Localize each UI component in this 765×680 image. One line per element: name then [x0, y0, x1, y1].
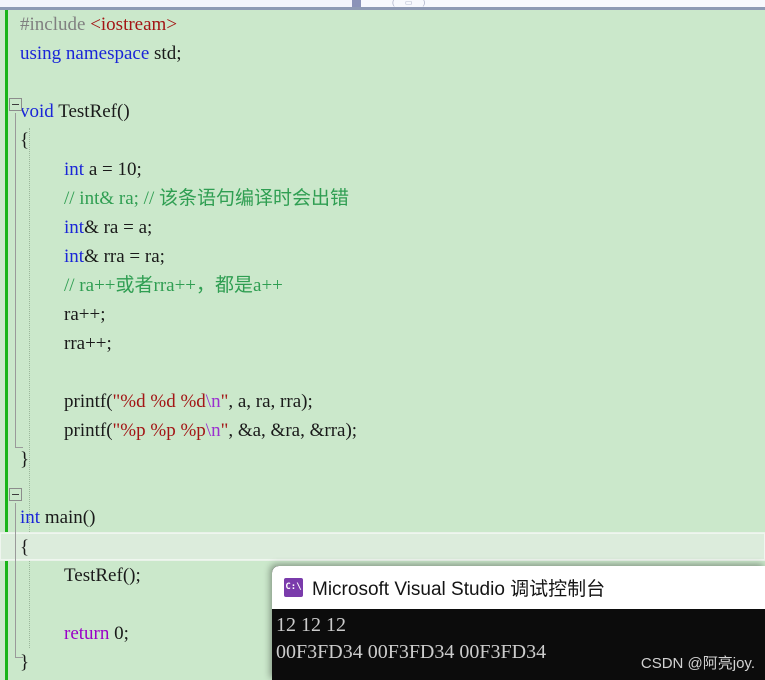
code-token-str: "%d %d %d: [112, 391, 206, 412]
console-title-text: Microsoft Visual Studio 调试控制台: [312, 579, 606, 600]
code-token-plain: }: [20, 449, 30, 470]
window-chrome-strip: ( ▭ ): [0, 0, 765, 10]
code-token-plain: rra++;: [64, 333, 112, 354]
code-token-cmt: // ra++或者rra++，都是a++: [64, 275, 283, 296]
code-line[interactable]: printf("%d %d %d\n", a, ra, rra);: [0, 387, 765, 416]
code-token-plain: a = 10;: [84, 159, 142, 180]
code-token-plain: TestRef();: [64, 565, 141, 586]
code-line[interactable]: int a = 10;: [0, 155, 765, 184]
code-token-kw: int: [64, 246, 85, 267]
code-token-plain: main(): [44, 507, 96, 528]
code-line[interactable]: {: [0, 532, 765, 561]
csdn-watermark: CSDN @阿亮joy.: [640, 655, 755, 672]
code-line[interactable]: // int& ra; // 该条语句编译时会出错: [0, 184, 765, 213]
code-line[interactable]: printf("%p %p %p\n", &a, &ra, &rra);: [0, 416, 765, 445]
tab-label-clipped: ( ▭ ): [392, 0, 430, 7]
code-token-plain: TestRef(): [58, 101, 130, 122]
fold-guide-line: [15, 503, 23, 658]
code-token-esc: \n: [205, 420, 221, 441]
code-token-kw: int: [64, 159, 85, 180]
code-line[interactable]: [0, 68, 765, 97]
code-line[interactable]: ra++;: [0, 300, 765, 329]
code-token-plain: }: [20, 652, 30, 673]
code-line[interactable]: [0, 474, 765, 503]
code-token-kw2: return: [64, 623, 110, 644]
code-line[interactable]: }: [0, 445, 765, 474]
code-token-plain: {: [20, 537, 30, 558]
code-line[interactable]: {: [0, 126, 765, 155]
code-line[interactable]: rra++;: [0, 329, 765, 358]
code-line[interactable]: int& ra = a;: [0, 213, 765, 242]
code-line[interactable]: using namespace std;: [0, 39, 765, 68]
console-output-line: 12 12 12: [276, 614, 346, 636]
code-token-kw: int: [20, 507, 45, 528]
debug-console-window[interactable]: C:\ Microsoft Visual Studio 调试控制台 12 12 …: [272, 566, 765, 680]
code-token-inc: <iostream>: [90, 14, 178, 35]
code-token-plain: ra++;: [64, 304, 106, 325]
code-line[interactable]: #include <iostream>: [0, 10, 765, 39]
fold-guide-line: [15, 113, 23, 448]
code-token-plain: printf(: [64, 391, 113, 412]
code-token-plain: & ra = a;: [84, 217, 153, 238]
code-token-esc: \n: [205, 391, 221, 412]
console-app-icon-label: C:\: [285, 582, 302, 592]
code-token-plain: std;: [154, 43, 182, 64]
fold-toggle-testref[interactable]: [9, 98, 22, 111]
code-token-plain: & rra = ra;: [84, 246, 165, 267]
code-line[interactable]: void TestRef(): [0, 97, 765, 126]
code-token-kw: void: [20, 101, 59, 122]
code-token-cmt: // int& ra; // 该条语句编译时会出错: [64, 188, 349, 209]
code-token-plain: , a, ra, rra);: [228, 391, 313, 412]
fold-guide-foot: [16, 447, 23, 448]
console-output-area[interactable]: 12 12 12 00F3FD34 00F3FD34 00F3FD34 CSDN…: [272, 609, 765, 680]
fold-toggle-main[interactable]: [9, 488, 22, 501]
code-token-plain: 0;: [109, 623, 129, 644]
code-token-plain: , &a, &ra, &rra);: [228, 420, 358, 441]
code-token-plain: {: [20, 130, 30, 151]
code-token-kw: using namespace: [20, 43, 155, 64]
code-token-pre: #include: [20, 14, 91, 35]
console-title-bar[interactable]: C:\ Microsoft Visual Studio 调试控制台: [272, 566, 765, 609]
code-token-plain: printf(: [64, 420, 113, 441]
fold-guide-foot: [16, 657, 23, 658]
console-app-icon: C:\: [284, 578, 303, 597]
code-token-kw: int: [64, 217, 85, 238]
code-line[interactable]: int& rra = ra;: [0, 242, 765, 271]
code-line[interactable]: // ra++或者rra++，都是a++: [0, 271, 765, 300]
code-line[interactable]: [0, 358, 765, 387]
code-line[interactable]: int main(): [0, 503, 765, 532]
code-token-str: "%p %p %p: [112, 420, 206, 441]
